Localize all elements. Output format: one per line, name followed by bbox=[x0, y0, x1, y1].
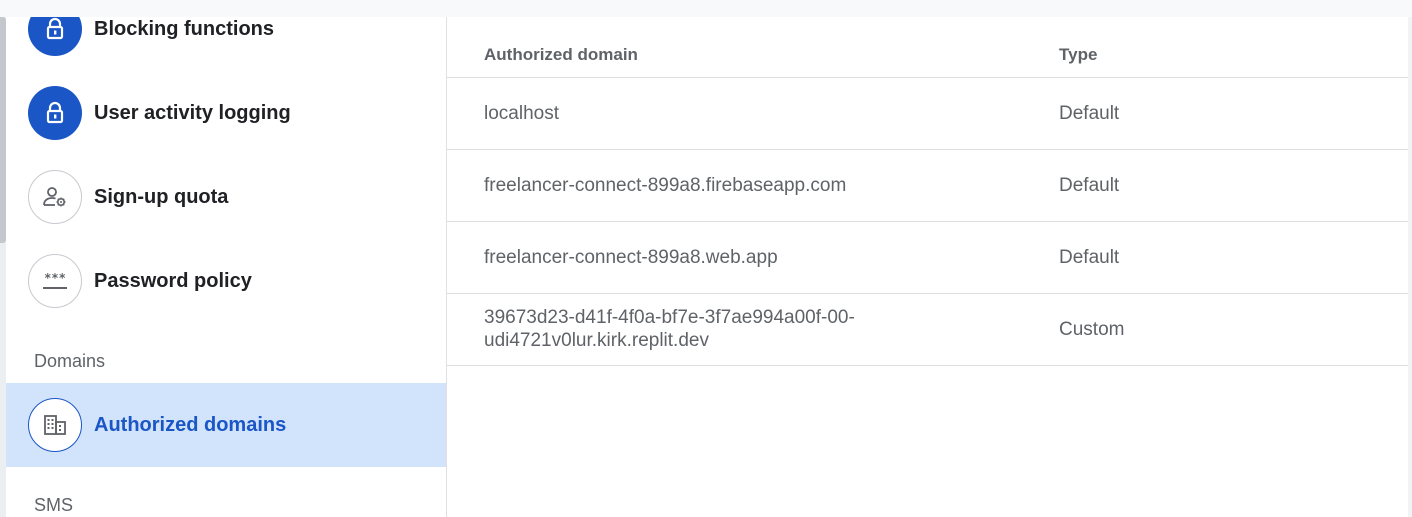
top-strip bbox=[0, 0, 1412, 17]
table-row[interactable]: localhost Default bbox=[447, 78, 1408, 150]
app-frame: Blocking functions User activity logging bbox=[0, 17, 1412, 517]
lock-icon bbox=[28, 86, 82, 140]
section-header-domains: Domains bbox=[34, 351, 106, 371]
sidebar-item-label: User activity logging bbox=[94, 101, 291, 124]
table-row[interactable]: freelancer-connect-899a8.firebaseapp.com… bbox=[447, 150, 1408, 222]
sidebar: Blocking functions User activity logging bbox=[6, 17, 447, 517]
domain-line: 39673d23-d41f-4f0a-bf7e-3f7ae994a00f-00- bbox=[484, 307, 855, 328]
domain-line: udi4721v0lur.kirk.replit.dev bbox=[484, 330, 709, 351]
domain-cell: localhost bbox=[484, 103, 559, 124]
table-row[interactable]: freelancer-connect-899a8.web.app Default bbox=[447, 222, 1408, 294]
sidebar-item-authorized-domains[interactable]: Authorized domains bbox=[6, 383, 446, 467]
sidebar-item-label: Blocking functions bbox=[94, 17, 274, 40]
sidebar-item-sign-up-quota[interactable]: Sign-up quota bbox=[6, 155, 446, 239]
table-header-row: Authorized domain Type bbox=[447, 17, 1408, 78]
sidebar-item-label: Password policy bbox=[94, 269, 252, 292]
type-cell: Default bbox=[1059, 103, 1120, 124]
authorized-domains-table: Authorized domain Type localhost Default… bbox=[447, 17, 1412, 517]
sidebar-item-label: Sign-up quota bbox=[94, 185, 229, 208]
building-icon bbox=[28, 398, 82, 452]
lock-icon bbox=[28, 17, 82, 56]
section-header-sms: SMS bbox=[34, 495, 74, 515]
table-row[interactable]: 39673d23-d41f-4f0a-bf7e-3f7ae994a00f-00-… bbox=[447, 294, 1408, 366]
user-settings-icon bbox=[28, 170, 82, 224]
sidebar-item-password-policy[interactable]: *** Password policy bbox=[6, 239, 446, 323]
right-edge bbox=[1408, 17, 1412, 517]
password-icon: *** bbox=[28, 254, 82, 308]
column-header-type: Type bbox=[1059, 45, 1098, 64]
type-cell: Custom bbox=[1059, 319, 1125, 340]
domain-cell: freelancer-connect-899a8.firebaseapp.com bbox=[484, 175, 847, 196]
sidebar-item-user-activity-logging[interactable]: User activity logging bbox=[6, 71, 446, 155]
sidebar-item-blocking-functions[interactable]: Blocking functions bbox=[6, 17, 446, 71]
column-header-domain: Authorized domain bbox=[484, 45, 638, 64]
svg-text:***: *** bbox=[44, 271, 66, 285]
type-cell: Default bbox=[1059, 175, 1120, 196]
domain-cell: freelancer-connect-899a8.web.app bbox=[484, 247, 778, 268]
type-cell: Default bbox=[1059, 247, 1120, 268]
sidebar-item-label: Authorized domains bbox=[94, 413, 287, 436]
domain-cell: 39673d23-d41f-4f0a-bf7e-3f7ae994a00f-00-… bbox=[484, 306, 855, 352]
